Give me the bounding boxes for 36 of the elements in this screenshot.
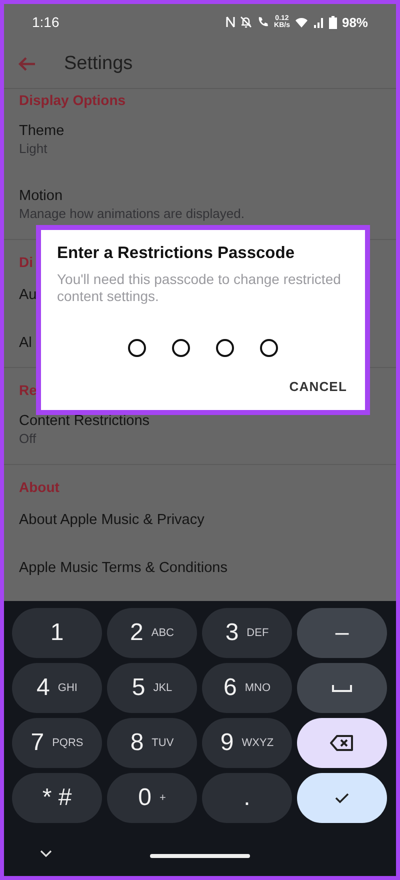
- key[interactable]: 5 JKL: [107, 663, 197, 713]
- key[interactable]: .: [202, 773, 292, 823]
- cancel-button[interactable]: CANCEL: [287, 375, 349, 398]
- space-icon: [331, 683, 353, 693]
- key[interactable]: 4 GHI: [12, 663, 102, 713]
- navigation-handle[interactable]: [150, 854, 250, 858]
- nfc-icon: [226, 16, 236, 28]
- key[interactable]: 0 +: [107, 773, 197, 823]
- status-time: 1:16: [32, 14, 60, 30]
- key[interactable]: 8 TUV: [107, 718, 197, 768]
- key[interactable]: 1: [12, 608, 102, 658]
- key[interactable]: * #: [12, 773, 102, 823]
- key[interactable]: 6 MNO: [202, 663, 292, 713]
- battery-icon: [328, 16, 337, 28]
- dialog-title: Enter a Restrictions Passcode: [57, 244, 296, 263]
- backspace-key[interactable]: [297, 718, 387, 768]
- done-key[interactable]: [297, 773, 387, 823]
- chevron-down-icon[interactable]: [40, 850, 52, 858]
- call-icon: [257, 16, 270, 28]
- section-header: Di: [19, 253, 33, 271]
- check-icon: [334, 792, 350, 804]
- bell-off-icon: [240, 16, 252, 28]
- wifi-icon: [294, 16, 308, 28]
- backspace-icon: [330, 734, 354, 752]
- dialog-message: You'll need this passcode to change restricted content settings.: [57, 271, 342, 305]
- key[interactable]: –: [297, 608, 387, 658]
- key[interactable]: 2 ABC: [107, 608, 197, 658]
- section-header: Re: [19, 381, 37, 399]
- signal-icon: [312, 16, 324, 28]
- screen-title: Settings: [64, 53, 133, 75]
- section-header: Display Options: [19, 91, 126, 109]
- battery-percent: 98%: [342, 14, 368, 30]
- key[interactable]: 7 PQRS: [12, 718, 102, 768]
- key[interactable]: 3 DEF: [202, 608, 292, 658]
- section-header: About: [19, 478, 60, 496]
- key[interactable]: 9 WXYZ: [202, 718, 292, 768]
